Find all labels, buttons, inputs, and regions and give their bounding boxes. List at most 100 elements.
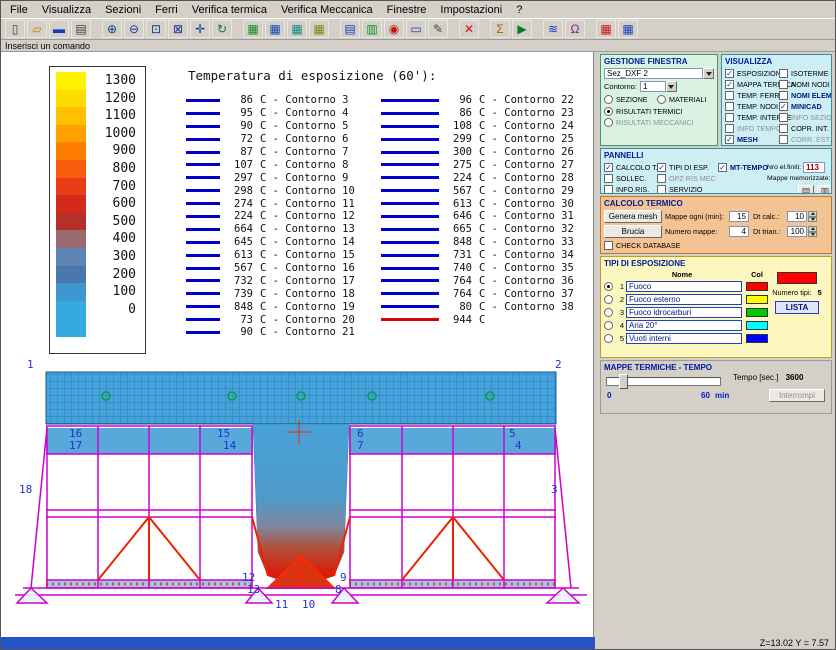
interrompi-button[interactable]: Interrompi <box>769 389 825 402</box>
menu-item-verifica-meccanica[interactable]: Verifica Meccanica <box>274 3 380 17</box>
menu-item-impostazioni[interactable]: Impostazioni <box>433 3 509 17</box>
checkbox-box[interactable] <box>725 113 734 122</box>
mappe-ogni-field[interactable]: 15 <box>729 211 749 222</box>
dt-trian-spinner[interactable] <box>808 226 817 237</box>
checkbox-temp-interne[interactable]: TEMP. INTERNE <box>725 112 779 123</box>
sezione-table-icon[interactable]: ▤ <box>340 20 360 38</box>
type-select-radio[interactable] <box>604 334 613 343</box>
checkbox-box[interactable]: ✓ <box>604 163 613 172</box>
type-select-radio[interactable] <box>604 282 613 291</box>
genera-mesh-button[interactable]: Genera mesh <box>604 210 662 223</box>
materiali-table-icon[interactable]: ▥ <box>362 20 382 38</box>
open-file-icon[interactable]: ▱ <box>27 20 47 38</box>
radio-materiali[interactable]: MATERIALI <box>657 94 710 105</box>
menu-item-sezioni[interactable]: Sezioni <box>98 3 148 17</box>
mesh-olive-icon[interactable]: ▦ <box>309 20 329 38</box>
checkbox-mappa-termica[interactable]: ✓MAPPA TERMICA <box>725 79 779 90</box>
checkbox-minicad[interactable]: ✓MINICAD <box>779 101 829 112</box>
checkbox-box[interactable] <box>604 241 613 250</box>
tabella-rossa-icon[interactable]: ▦ <box>596 20 616 38</box>
checkbox-info-sezione[interactable]: INFO SEZIONE <box>779 112 829 123</box>
section-drawing[interactable]: 121617151467541831213981110 <box>1 52 594 637</box>
menu-item-ferri[interactable]: Ferri <box>148 3 185 17</box>
type-select-radio[interactable] <box>604 308 613 317</box>
checkbox-tipi-di-esp[interactable]: ✓TIPI DI ESP. <box>657 162 715 173</box>
checkbox-box[interactable] <box>779 124 788 133</box>
time-slider[interactable] <box>606 377 721 386</box>
quote-icon[interactable]: ✎ <box>428 20 448 38</box>
radio-risultati-meccanici[interactable]: RISULTATI MECCANICI <box>604 117 714 128</box>
type-name-field[interactable]: Aria 20° <box>626 320 742 331</box>
exposure-type-row[interactable]: 4Aria 20° <box>604 319 768 332</box>
exposure-type-row[interactable]: 5Vuoti interni <box>604 332 768 345</box>
type-name-field[interactable]: Fuoco <box>626 281 742 292</box>
new-file-icon[interactable]: ▯ <box>5 20 25 38</box>
checkbox-info-ris[interactable]: INFO RIS. <box>604 184 654 194</box>
checkbox-box[interactable]: ✓ <box>725 69 734 78</box>
checkbox-box[interactable] <box>779 135 788 144</box>
menu-item-visualizza[interactable]: Visualizza <box>35 3 98 17</box>
checkbox-box[interactable] <box>725 91 734 100</box>
checkbox-mesh[interactable]: ✓MESH <box>725 134 779 145</box>
mesh-green-icon[interactable]: ▦ <box>243 20 263 38</box>
radio-risultati-termici[interactable]: RISULTATI TERMICI <box>604 106 714 117</box>
dt-trian-field[interactable]: 100 <box>787 226 807 237</box>
chevron-down-icon[interactable] <box>703 68 714 79</box>
checkbox-copr-int[interactable]: COPR. INT.3 <box>779 123 829 134</box>
time-slider-thumb[interactable] <box>619 374 628 389</box>
lista-button[interactable]: LISTA <box>775 301 819 314</box>
checkbox-box[interactable]: ✓ <box>725 135 734 144</box>
command-bar[interactable]: Inserisci un comando <box>1 40 835 52</box>
numero-mappe-field[interactable]: 4 <box>729 226 749 237</box>
exposure-type-row[interactable]: 1Fuoco <box>604 280 768 293</box>
checkbox-temp-nodi[interactable]: TEMP. NODI <box>725 101 779 112</box>
checkbox-calcolo-t[interactable]: ✓CALCOLO T. <box>604 162 654 173</box>
checkbox-isoterme[interactable]: ISOTERME <box>779 68 829 79</box>
checkbox-box[interactable]: ✓ <box>779 102 788 111</box>
chevron-down-icon[interactable] <box>666 81 677 92</box>
zoom-window-icon[interactable]: ⊡ <box>146 20 166 38</box>
menu-item-verifica-termica[interactable]: Verifica termica <box>185 3 274 17</box>
drawing-canvas[interactable]: 1300120011001000900800700600500400300200… <box>1 52 594 637</box>
type-name-field[interactable]: Vuoti interni <box>626 333 742 344</box>
delete-icon[interactable]: ✕ <box>459 20 479 38</box>
checkbox-servizio[interactable]: SERVIZIO <box>657 184 715 194</box>
radio-button[interactable] <box>657 95 666 104</box>
esegui-icon[interactable]: ▶ <box>512 20 532 38</box>
radio-sezione[interactable]: SEZIONE <box>604 94 657 105</box>
ferri-icon[interactable]: ◉ <box>384 20 404 38</box>
tabella-blu-icon[interactable]: ▦ <box>618 20 638 38</box>
checkbox-box[interactable]: ✓ <box>718 163 727 172</box>
window-name-field[interactable]: Sez_DXF 2 <box>604 68 703 79</box>
radio-button[interactable] <box>604 95 613 104</box>
checkbox-box[interactable] <box>604 185 613 194</box>
calcolo-icon[interactable]: Σ <box>490 20 510 38</box>
zoom-out-icon[interactable]: ⊖ <box>124 20 144 38</box>
dt-calc-field[interactable]: 10 <box>787 211 807 222</box>
verifiche-icon[interactable]: Ω <box>565 20 585 38</box>
exposure-type-row[interactable]: 2Fuoco esterno <box>604 293 768 306</box>
checkbox-box[interactable]: ✓ <box>725 80 734 89</box>
menu-item-[interactable]: ? <box>509 3 529 17</box>
checkbox-box[interactable] <box>604 174 613 183</box>
checkbox-nomi-nodi[interactable]: NOMI NODI <box>779 79 829 90</box>
type-select-radio[interactable] <box>604 295 613 304</box>
exposure-type-row[interactable]: 3Fuoco idrocarburi <box>604 306 768 319</box>
checkbox-opz-ris-mec[interactable]: OPZ RIS MEC <box>657 173 715 184</box>
type-name-field[interactable]: Fuoco esterno <box>626 294 742 305</box>
checkbox-info-tempo[interactable]: INFO TEMPO <box>725 123 779 134</box>
checkbox-sollec[interactable]: SOLLEC. <box>604 173 654 184</box>
menu-item-finestre[interactable]: Finestre <box>380 3 434 17</box>
checkbox-box[interactable]: ✓ <box>657 163 666 172</box>
checkbox-corr-est[interactable]: CORR. EST. <box>779 134 829 145</box>
contorno-value-field[interactable]: 1 <box>640 81 666 92</box>
menu-item-file[interactable]: File <box>3 3 35 17</box>
plot-icon[interactable]: ▥ <box>817 185 832 194</box>
type-name-field[interactable]: Fuoco idrocarburi <box>626 307 742 318</box>
checkbox-box[interactable] <box>779 113 788 122</box>
checkbox-box[interactable] <box>725 124 734 133</box>
contorni-icon[interactable]: ▭ <box>406 20 426 38</box>
print-icon[interactable]: ▤ <box>71 20 91 38</box>
window-name-combo[interactable]: Sez_DXF 2 <box>604 68 714 79</box>
checkbox-temp-ferri[interactable]: TEMP. FERRI <box>725 90 779 101</box>
